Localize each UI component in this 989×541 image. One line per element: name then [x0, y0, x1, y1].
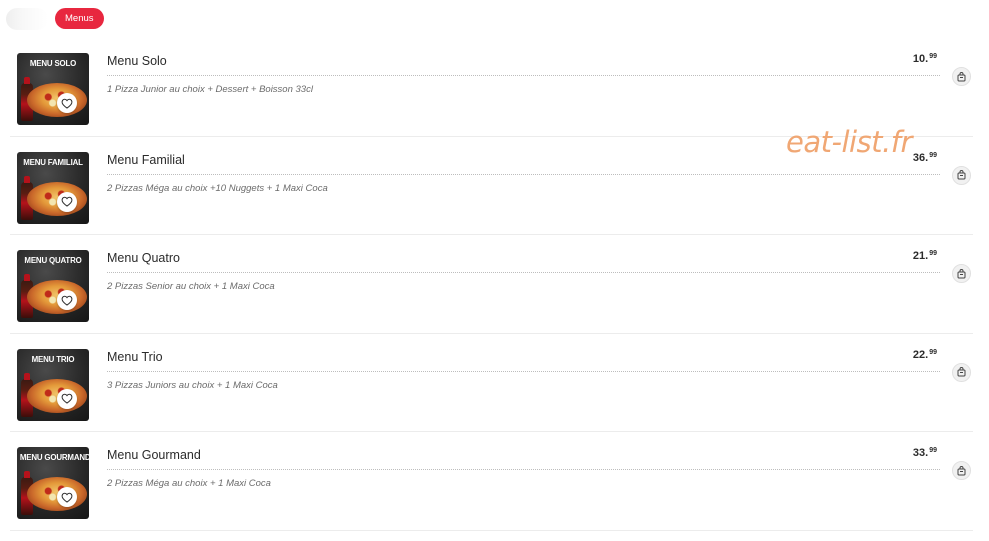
menu-item[interactable]: MENU GOURMAND Menu Gourmand 33.99 2 Pizz… — [0, 432, 989, 531]
favorite-button[interactable] — [57, 93, 77, 113]
item-description: 1 Pizza Junior au choix + Dessert + Bois… — [107, 84, 313, 95]
heart-icon — [61, 492, 73, 503]
product-image: MENU QUATRO — [17, 250, 89, 323]
tab-previous[interactable] — [6, 8, 48, 30]
tab-menus[interactable]: Menus — [55, 8, 104, 29]
item-name: Menu Trio — [107, 349, 163, 364]
image-caption: MENU QUATRO — [24, 255, 82, 266]
price-cents: 99 — [929, 53, 937, 60]
item-name: Menu Solo — [107, 54, 167, 68]
image-caption: MENU FAMILIAL — [23, 156, 83, 167]
item-description: 2 Pizzas Méga au choix + 1 Maxi Coca — [107, 478, 271, 490]
product-image: MENU TRIO — [17, 348, 89, 421]
menu-item[interactable]: MENU QUATRO Menu Quatro 21.99 2 Pizzas S… — [0, 235, 989, 334]
item-name: Menu Quatro — [107, 251, 180, 266]
item-name: Menu Gourmand — [107, 448, 201, 463]
menu-item[interactable]: MENU SOLO Menu Solo 10.99 1 Pizza Junior… — [0, 38, 989, 137]
price-cents: 99 — [929, 250, 937, 258]
menu-list: MENU SOLO Menu Solo 10.99 1 Pizza Junior… — [0, 38, 989, 531]
add-to-cart-button[interactable] — [952, 264, 971, 284]
item-description: 2 Pizzas Méga au choix +10 Nuggets + 1 M… — [107, 182, 328, 194]
dotted-divider — [107, 75, 940, 76]
image-caption: MENU GOURMAND — [19, 452, 89, 463]
image-caption: MENU SOLO — [29, 58, 77, 68]
item-price: 33.99 — [913, 447, 937, 459]
item-name: Menu Familial — [107, 152, 185, 167]
watermark-text: eat-list.fr — [786, 125, 912, 159]
price-main: 22. — [912, 348, 929, 361]
item-price: 22.99 — [913, 349, 937, 361]
price-main: 36. — [912, 151, 929, 164]
category-tabs: Menus — [0, 0, 989, 38]
product-image: MENU GOURMAND — [17, 447, 89, 520]
item-description: 3 Pizzas Juniors au choix + 1 Maxi Coca — [107, 379, 278, 391]
add-to-cart-button[interactable] — [952, 165, 971, 185]
menu-item[interactable]: MENU TRIO Menu Trio 22.99 3 Pizzas Junio… — [0, 334, 989, 433]
image-caption: MENU TRIO — [31, 353, 75, 364]
dotted-divider — [107, 370, 940, 372]
cart-icon — [957, 71, 966, 81]
price-cents: 99 — [929, 348, 937, 356]
add-to-cart-button[interactable] — [952, 461, 971, 481]
dotted-divider — [107, 469, 940, 471]
heart-icon — [61, 196, 73, 207]
item-price: 21.99 — [913, 250, 937, 262]
favorite-button[interactable] — [57, 191, 77, 212]
price-main: 21. — [912, 250, 929, 263]
price-main: 10. — [912, 53, 929, 65]
item-price: 36.99 — [913, 152, 937, 164]
product-image: MENU FAMILIAL — [17, 151, 89, 224]
cart-icon — [957, 465, 966, 476]
heart-icon — [61, 295, 73, 306]
heart-icon — [61, 393, 73, 404]
item-description: 2 Pizzas Senior au choix + 1 Maxi Coca — [107, 281, 275, 293]
favorite-button[interactable] — [57, 388, 77, 409]
price-cents: 99 — [929, 447, 937, 455]
cart-icon — [957, 268, 966, 279]
item-price: 10.99 — [913, 53, 937, 65]
dotted-divider — [107, 173, 940, 175]
price-main: 33. — [912, 447, 929, 460]
dotted-divider — [107, 272, 940, 274]
product-image: MENU SOLO — [17, 53, 89, 125]
price-cents: 99 — [929, 151, 937, 159]
add-to-cart-button[interactable] — [952, 362, 971, 382]
cart-icon — [957, 367, 966, 377]
add-to-cart-button[interactable] — [952, 67, 971, 86]
heart-icon — [61, 98, 73, 109]
cart-icon — [957, 170, 966, 180]
